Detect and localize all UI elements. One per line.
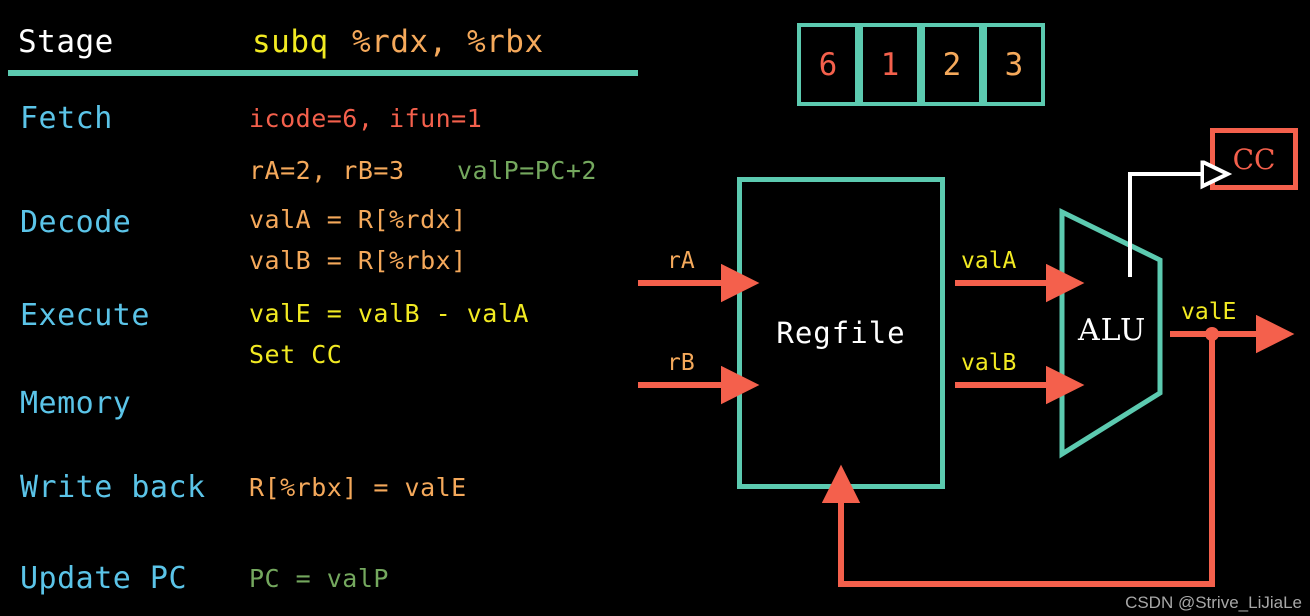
instruction-byte-3: 3 — [983, 23, 1045, 106]
stage-label-execute: Execute — [20, 298, 150, 333]
instruction-byte-1: 1 — [859, 23, 921, 106]
instruction-byte-0-value: 6 — [818, 46, 838, 83]
stage-label-fetch: Fetch — [20, 101, 113, 136]
execute-line-vale: valE = valB - valA — [249, 299, 529, 328]
instruction-byte-3-value: 3 — [1004, 46, 1024, 83]
fetch-line-valp: valP=PC+2 — [457, 156, 597, 185]
decode-line-vala: valA = R[%rdx] — [249, 205, 467, 234]
fetch-line-registers: rA=2, rB=3 — [249, 156, 405, 185]
writeback-line-rbx: R[%rbx] = valE — [249, 473, 467, 502]
instruction-byte-2-value: 2 — [942, 46, 962, 83]
stage-label-update-pc: Update PC — [20, 561, 188, 596]
header-divider — [8, 70, 638, 76]
stage-label-decode: Decode — [20, 205, 132, 240]
instruction-byte-1-value: 1 — [880, 46, 900, 83]
instruction-operands: %rdx, %rbx — [352, 24, 544, 60]
regfile-block: Regfile — [737, 177, 945, 489]
wire-label-vale: valE — [1181, 299, 1237, 325]
wire-label-ra: rA — [667, 248, 695, 274]
cc-register-box: CC — [1210, 128, 1298, 190]
regfile-label: Regfile — [776, 316, 906, 350]
updatepc-line-pc: PC = valP — [249, 564, 389, 593]
stage-label-write-back: Write back — [20, 470, 206, 505]
wire-label-valb: valB — [961, 350, 1017, 376]
instruction-byte-2: 2 — [921, 23, 983, 106]
datapath-wires — [638, 0, 1295, 587]
instruction-mnemonic: subq — [252, 24, 329, 60]
wire-label-rb: rB — [667, 350, 695, 376]
wire-vale-junction-dot — [1205, 327, 1219, 341]
slide-canvas: Stage subq %rdx, %rbx Fetch icode=6, ifu… — [0, 0, 1310, 616]
execute-line-setcc: Set CC — [249, 340, 343, 369]
alu-label: ALU — [1078, 313, 1147, 348]
stage-label-memory: Memory — [20, 386, 132, 421]
wire-label-vala: valA — [961, 248, 1017, 274]
column-header-stage: Stage — [18, 24, 114, 60]
cc-register-label: CC — [1232, 142, 1276, 176]
watermark: CSDN @Strive_LiJiaLe — [1125, 593, 1302, 612]
instruction-byte-0: 6 — [797, 23, 859, 106]
fetch-line-icode: icode=6, ifun=1 — [249, 104, 483, 133]
wire-set-cc — [1128, 174, 1202, 277]
decode-line-valb: valB = R[%rbx] — [249, 246, 467, 275]
